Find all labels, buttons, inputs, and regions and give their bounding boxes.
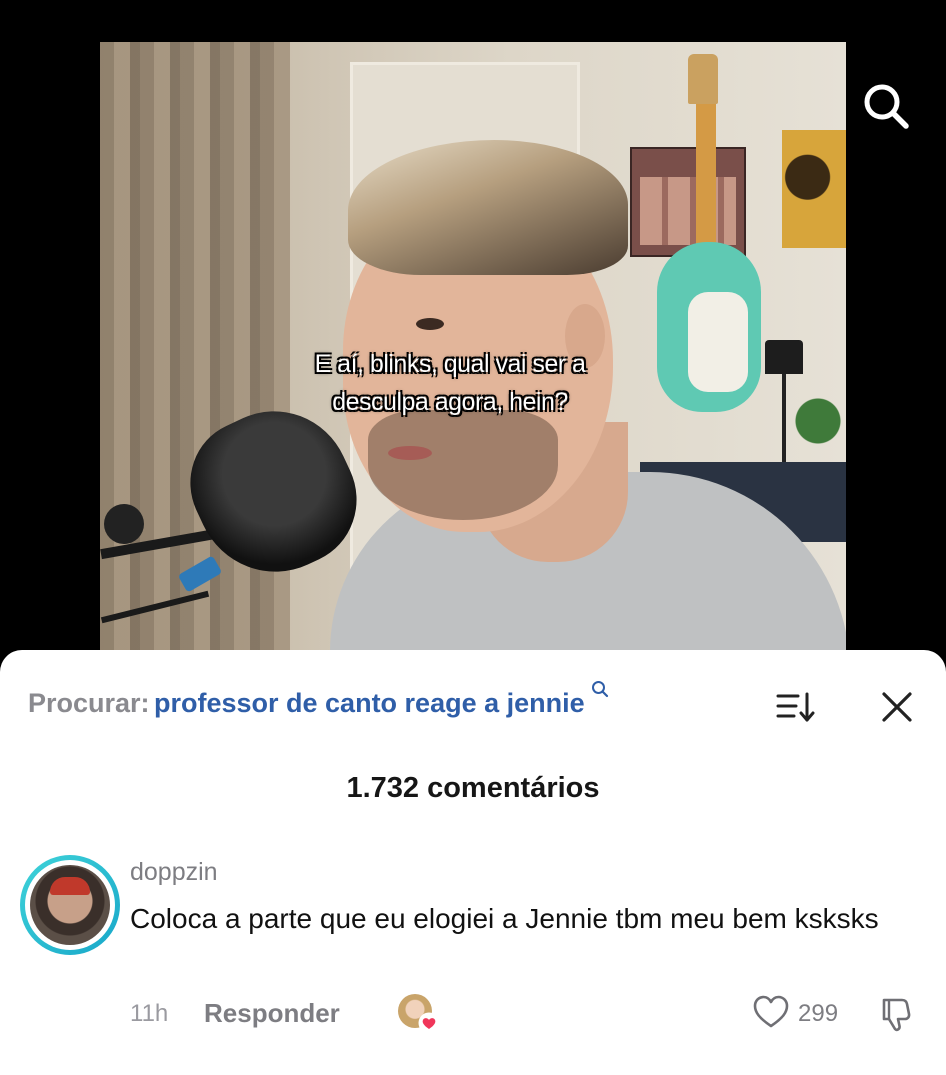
person-mouth <box>388 446 432 460</box>
heart-filled-icon <box>418 1012 440 1034</box>
close-icon[interactable] <box>880 690 914 724</box>
comments-panel: Procurar: professor de canto reage a jen… <box>0 650 946 1075</box>
video-caption-line-2: desculpa agora, hein? <box>332 388 568 416</box>
search-icon[interactable] <box>860 80 912 132</box>
lamp-stem <box>782 374 786 464</box>
sort-icon[interactable] <box>776 690 816 724</box>
video-caption-line-1: E aí, blinks, qual vai ser a <box>314 350 586 378</box>
video-player[interactable]: E aí, blinks, qual vai ser a desculpa ag… <box>100 42 846 652</box>
comment-username[interactable]: doppzin <box>130 858 218 887</box>
wall-poster <box>782 130 846 248</box>
person-hair <box>348 140 628 275</box>
wall-poster <box>630 147 746 257</box>
search-suggestion[interactable]: Procurar: professor de canto reage a jen… <box>28 681 728 728</box>
lamp <box>765 340 803 374</box>
like-button[interactable]: 299 <box>752 994 852 1034</box>
search-small-icon <box>591 680 609 698</box>
person-beard <box>368 410 558 520</box>
plant <box>790 397 846 445</box>
user-avatar-image <box>30 865 110 945</box>
avatar[interactable] <box>20 855 120 955</box>
search-query-link[interactable]: professor de canto reage a jennie <box>154 688 585 718</box>
search-prefix: Procurar: <box>28 688 150 718</box>
guitar-pickguard <box>688 292 748 392</box>
guitar-head <box>688 54 718 104</box>
person-eye <box>416 318 444 330</box>
mic-clamp <box>104 504 144 544</box>
comment-time: 11h <box>130 1000 169 1027</box>
heart-outline-icon[interactable] <box>752 994 790 1030</box>
comments-count: 1.732 comentários <box>346 772 600 804</box>
reply-button[interactable]: Responder <box>204 998 340 1029</box>
comment-text: Coloca a parte que eu elogiei a Jennie t… <box>130 903 879 934</box>
liked-by-creator-badge <box>398 994 440 1034</box>
thumbs-down-icon[interactable] <box>878 994 918 1034</box>
like-count: 299 <box>798 1000 839 1027</box>
